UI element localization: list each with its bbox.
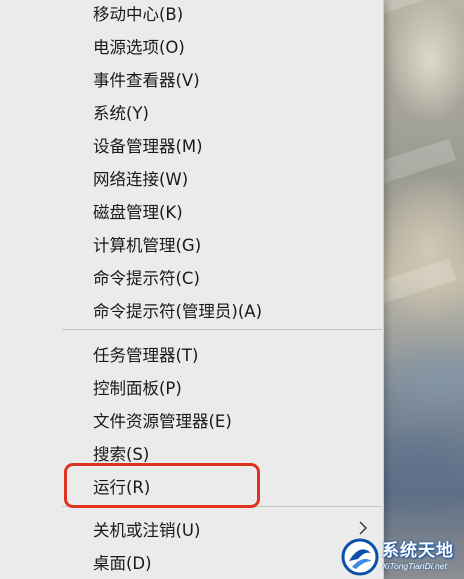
menu-item-disk-management[interactable]: 磁盘管理(K) [0, 194, 384, 227]
menu-item-task-manager[interactable]: 任务管理器(T) [0, 337, 384, 370]
watermark-title: 系统天地 [382, 541, 454, 561]
menu-item-power-options[interactable]: 电源选项(O) [0, 29, 384, 62]
menu-item-system[interactable]: 系统(Y) [0, 95, 384, 128]
menu-item-control-panel[interactable]: 控制面板(P) [0, 370, 384, 403]
menu-item-command-prompt-admin[interactable]: 命令提示符(管理员)(A) [0, 293, 384, 326]
watermark-logo-icon [341, 538, 379, 575]
watermark-subtitle: XiTongTianDi.net [382, 561, 447, 571]
run-item-highlight-box [64, 463, 260, 508]
menu-separator [62, 329, 382, 330]
menu-item-device-manager[interactable]: 设备管理器(M) [0, 128, 384, 161]
menu-item-desktop[interactable]: 桌面(D) [0, 545, 384, 578]
menu-item-command-prompt[interactable]: 命令提示符(C) [0, 260, 384, 293]
menu-item-mobility-center[interactable]: 移动中心(B) [0, 0, 384, 29]
menu-item-computer-management[interactable]: 计算机管理(G) [0, 227, 384, 260]
watermark: 系统天地 XiTongTianDi.net [340, 534, 464, 579]
menu-item-file-explorer[interactable]: 文件资源管理器(E) [0, 403, 384, 436]
menu-item-event-viewer[interactable]: 事件查看器(V) [0, 62, 384, 95]
menu-item-network-connections[interactable]: 网络连接(W) [0, 161, 384, 194]
menu-item-shutdown-signout[interactable]: 关机或注销(U) [0, 512, 384, 545]
